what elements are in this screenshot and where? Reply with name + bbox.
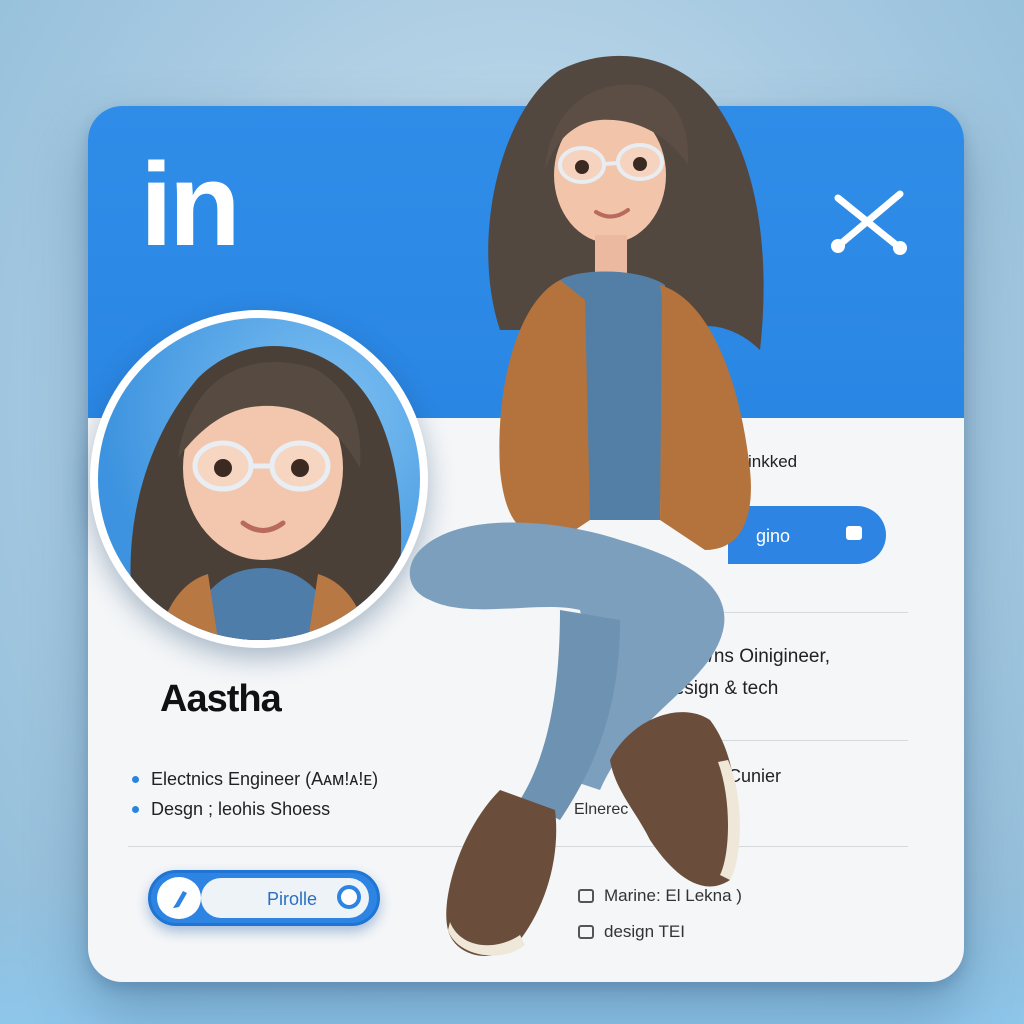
profile-bullets: Electnics Engineer (Aᴀᴍ!ᴀ!ᴇ) Desgn ; leo… — [132, 764, 378, 824]
connect-button-label: gino — [756, 526, 791, 546]
camera-icon — [846, 526, 862, 540]
footer-details: Marine: El Lekna ) design TEI — [578, 878, 742, 950]
detail-line: Cunier — [728, 766, 782, 786]
profile-button[interactable]: Pirolle — [148, 870, 380, 926]
profile-name: Aastha — [160, 678, 282, 720]
detail-line: Design & tech — [660, 678, 779, 699]
connect-button[interactable]: gino — [728, 506, 886, 564]
avatar-image — [98, 318, 420, 640]
avatar[interactable] — [90, 310, 428, 648]
divider — [128, 846, 908, 847]
close-icon[interactable] — [824, 176, 914, 266]
briefcase-icon — [578, 889, 594, 903]
profile-button-label: Pirolle — [267, 889, 318, 909]
list-item: Marine: El Lekna ) — [578, 878, 742, 914]
footer-item-text: design TEI — [604, 922, 685, 941]
list-item: design TEI — [578, 914, 742, 950]
bullet-dot-icon — [132, 805, 139, 813]
list-item: Desgn ; leohis Shoess — [132, 794, 378, 824]
link-icon — [578, 925, 594, 939]
linkedin-logo[interactable]: in — [140, 146, 241, 264]
detail-line: Elnerec — [574, 801, 629, 818]
toggle-dot-icon — [341, 889, 357, 905]
bullet-dot-icon — [132, 775, 139, 783]
bullet-text: Desgn ; leohis Shoess — [151, 798, 331, 819]
profile-pen-icon — [157, 877, 201, 919]
footer-item-text: Marine: El Lekna ) — [604, 886, 742, 905]
divider — [648, 612, 908, 613]
detail-line: lelecti/ns Oinigineer, — [660, 646, 831, 667]
linked-text: inkked — [748, 452, 798, 471]
list-item: Electnics Engineer (Aᴀᴍ!ᴀ!ᴇ) — [132, 764, 378, 794]
divider — [648, 740, 908, 741]
bullet-text: Electnics Engineer (Aᴀᴍ!ᴀ!ᴇ) — [151, 768, 379, 789]
right-details: lelecti/ns Oinigineer, Design & tech — [660, 646, 830, 710]
